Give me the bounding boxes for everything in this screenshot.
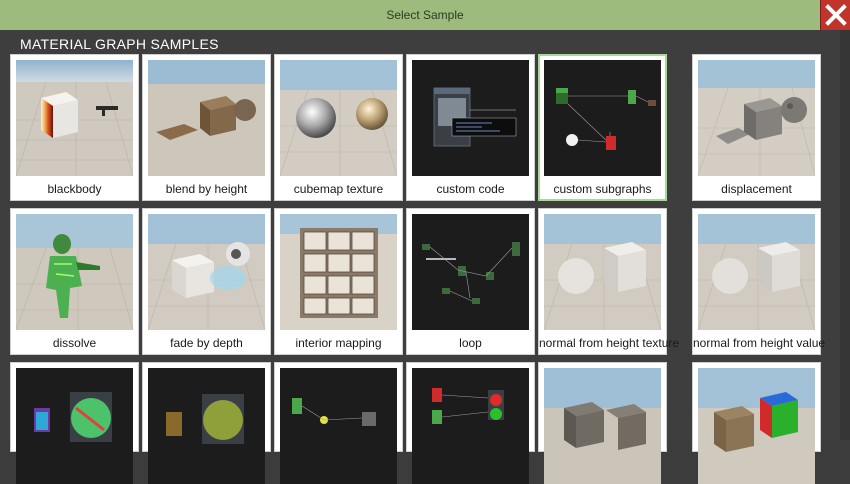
sample-card[interactable] xyxy=(142,362,271,484)
graph-thumbnail xyxy=(148,368,265,484)
stone-cubes-thumbnail xyxy=(544,368,661,484)
dissolve-thumbnail xyxy=(16,214,133,330)
sample-card[interactable] xyxy=(10,362,139,484)
sample-card-blackbody[interactable]: blackbody xyxy=(10,54,139,201)
sample-card-normal-from-height-value[interactable]: normal from height value xyxy=(692,208,826,355)
sample-card[interactable] xyxy=(406,362,535,484)
normal-from-height-texture-thumbnail xyxy=(544,214,661,330)
interior-mapping-thumbnail xyxy=(280,214,397,330)
graph-thumbnail xyxy=(16,368,133,484)
sample-label: custom subgraphs xyxy=(553,182,652,196)
sample-card-interior-mapping[interactable]: interior mapping xyxy=(274,208,403,355)
window-title: Select Sample xyxy=(386,8,464,22)
close-button[interactable] xyxy=(820,0,850,30)
sample-label: displacement xyxy=(721,182,792,196)
sample-label: interior mapping xyxy=(295,336,382,350)
textured-cubes-thumbnail xyxy=(698,368,815,484)
graph-thumbnail xyxy=(280,368,397,484)
loop-thumbnail xyxy=(412,214,529,330)
normal-from-height-value-thumbnail xyxy=(698,214,815,330)
blackbody-thumbnail xyxy=(16,60,133,176)
sample-card-loop[interactable]: loop xyxy=(406,208,535,355)
sample-label: loop xyxy=(459,336,482,350)
sample-card-blend-by-height[interactable]: blend by height xyxy=(142,54,271,201)
sample-card[interactable] xyxy=(538,362,667,484)
sample-label: normal from height value xyxy=(693,336,826,350)
sample-card-dissolve[interactable]: dissolve xyxy=(10,208,139,355)
sample-label: blackbody xyxy=(47,182,102,196)
custom-subgraphs-thumbnail xyxy=(544,60,661,176)
sample-card[interactable] xyxy=(692,362,821,484)
sample-label: normal from height texture xyxy=(539,336,680,350)
sample-label: custom code xyxy=(436,182,505,196)
sample-label: dissolve xyxy=(52,336,97,350)
sample-card-normal-from-height-texture[interactable]: normal from height texture xyxy=(538,208,680,355)
sample-card-custom-code[interactable]: custom code xyxy=(406,54,535,201)
fade-by-depth-thumbnail xyxy=(148,214,265,330)
section-title: MATERIAL GRAPH SAMPLES xyxy=(20,36,219,52)
sample-label: fade by depth xyxy=(170,336,243,350)
custom-code-thumbnail xyxy=(412,60,529,176)
sample-browser: MATERIAL GRAPH SAMPLES blackbody blend b… xyxy=(0,30,840,484)
sample-card-cubemap-texture[interactable]: cubemap texture xyxy=(274,54,403,201)
graph-thumbnail xyxy=(412,368,529,484)
sample-card[interactable] xyxy=(274,362,403,484)
title-bar: Select Sample xyxy=(0,0,850,30)
sample-card-fade-by-depth[interactable]: fade by depth xyxy=(142,208,271,355)
cubemap-texture-thumbnail xyxy=(280,60,397,176)
sample-card-displacement[interactable]: displacement xyxy=(692,54,821,201)
blend-by-height-thumbnail xyxy=(148,60,265,176)
sample-card-custom-subgraphs[interactable]: custom subgraphs xyxy=(538,54,667,201)
sample-label: cubemap texture xyxy=(293,182,384,196)
scrollbar[interactable] xyxy=(840,30,850,440)
close-icon xyxy=(824,4,847,26)
displacement-thumbnail xyxy=(698,60,815,176)
sample-label: blend by height xyxy=(165,182,248,196)
